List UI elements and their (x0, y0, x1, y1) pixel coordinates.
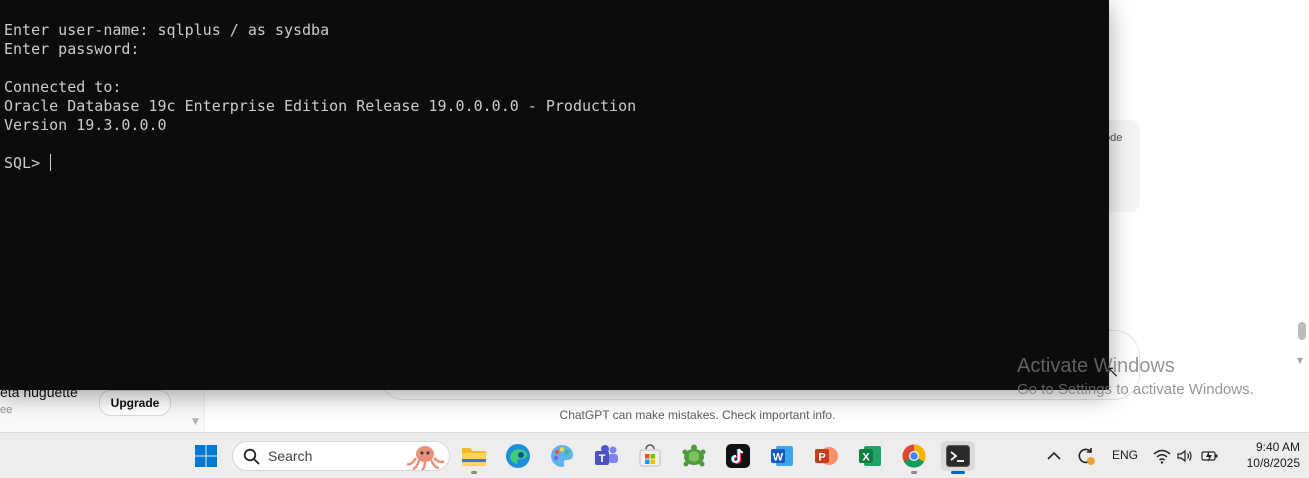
windows-logo-icon (195, 445, 217, 467)
edge-icon (506, 444, 530, 468)
word-icon: W (771, 446, 793, 466)
taskbar: Search T W P X ENG 9:40 AM 10/8/2025 (0, 432, 1309, 478)
tray-battery-button[interactable] (1198, 441, 1222, 471)
paint-palette-icon (551, 445, 573, 467)
show-hidden-icons-button[interactable] (1041, 441, 1067, 471)
scrollbar-thumb[interactable] (1298, 322, 1306, 340)
watermark-title: Activate Windows (1017, 355, 1175, 377)
sync-alert-icon (1078, 448, 1095, 465)
terminal-line: Connected to: (4, 78, 122, 96)
taskbar-app-edge[interactable] (503, 441, 533, 471)
svg-text:P: P (818, 452, 825, 464)
running-indicator (951, 471, 965, 474)
language-indicator[interactable]: ENG (1112, 448, 1138, 462)
taskbar-app-chrome[interactable] (899, 441, 929, 474)
battery-charging-icon (1201, 451, 1218, 462)
tray-wifi-button[interactable] (1150, 441, 1174, 471)
taskbar-app-paint[interactable] (547, 441, 577, 471)
start-button[interactable] (191, 441, 221, 471)
speaker-icon (1177, 449, 1192, 463)
watermark-subtitle: Go to Settings to activate Windows. (1017, 381, 1254, 398)
tray-sync-button[interactable] (1073, 441, 1099, 471)
teams-icon: T (595, 445, 618, 465)
clock[interactable]: 9:40 AM 10/8/2025 (1228, 439, 1300, 471)
folder-icon (462, 448, 486, 466)
tray-volume-button[interactable] (1174, 441, 1196, 471)
svg-text:T: T (599, 453, 606, 465)
terminal-line: Enter user-name: sqlplus / as sysdba (4, 21, 330, 39)
svg-text:W: W (773, 452, 784, 464)
terminal-icon (946, 445, 970, 467)
taskbar-app-word[interactable]: W (767, 441, 797, 471)
taskbar-app-file-explorer[interactable] (459, 441, 489, 474)
disclaimer-text: ChatGPT can make mistakes. Check importa… (559, 408, 836, 422)
taskbar-app-teams[interactable]: T (591, 441, 621, 471)
taskbar-app-excel[interactable]: X (855, 441, 885, 471)
search-highlight-octopus-icon (406, 446, 445, 470)
wifi-icon (1153, 449, 1171, 464)
running-indicator (471, 471, 477, 474)
chrome-icon (902, 444, 926, 468)
terminal-window[interactable]: Enter user-name: sqlplus / as sysdba Ent… (0, 0, 1109, 390)
terminal-line: Version 19.3.0.0.0 (4, 116, 167, 134)
taskbar-app-turtle[interactable] (679, 441, 709, 471)
svg-text:X: X (862, 452, 870, 464)
tiktok-icon (726, 444, 750, 468)
store-bag-icon (639, 444, 661, 467)
clock-date: 10/8/2025 (1246, 456, 1300, 470)
taskbar-app-terminal[interactable] (941, 441, 975, 474)
search-icon (243, 448, 260, 465)
taskbar-app-tiktok[interactable] (723, 441, 753, 471)
search-placeholder: Search (268, 448, 313, 464)
text-cursor (50, 154, 52, 171)
terminal-line: Oracle Database 19c Enterprise Edition R… (4, 97, 637, 115)
turtle-icon (682, 444, 706, 467)
terminal-line: Enter password: (4, 40, 140, 58)
taskbar-app-powerpoint[interactable]: P (811, 441, 841, 471)
taskbar-app-microsoft-store[interactable] (635, 441, 665, 471)
excel-icon: X (859, 446, 881, 466)
sql-prompt: SQL> (4, 154, 50, 172)
powerpoint-icon: P (815, 447, 838, 465)
clock-time: 9:40 AM (1255, 440, 1300, 454)
activate-windows-watermark: Activate Windows Go to Settings to activ… (1017, 354, 1254, 400)
running-indicator (911, 471, 917, 474)
mouse-pointer-icon: ↖ (1106, 362, 1120, 381)
scroll-down-arrow-icon[interactable]: ▼ (1297, 356, 1303, 365)
taskbar-search[interactable]: Search (232, 441, 450, 471)
chevron-up-icon (1047, 451, 1061, 460)
sql-prompt-line[interactable]: SQL> (4, 154, 52, 173)
